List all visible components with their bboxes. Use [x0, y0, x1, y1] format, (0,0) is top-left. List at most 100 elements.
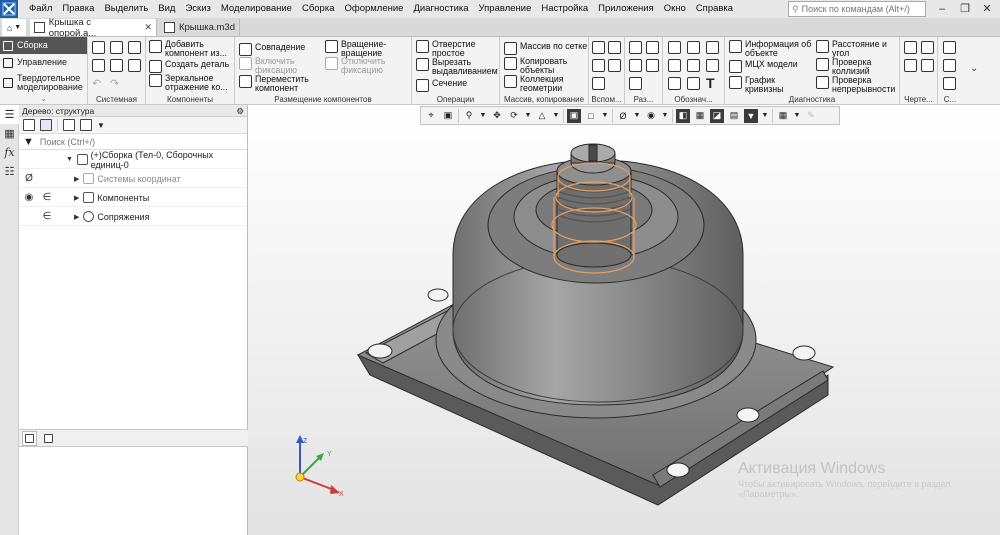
cut-extrude-button[interactable]: Вырезать выдавливанием — [416, 58, 500, 76]
restore-button[interactable]: ❐ — [954, 1, 976, 17]
home-tab[interactable]: ⌂ ▼ — [2, 19, 26, 36]
chevron-down-icon[interactable]: ⌄ — [970, 63, 978, 74]
move-component-button[interactable]: Переместить компонент — [239, 75, 323, 93]
command-search-input[interactable] — [801, 4, 917, 14]
base-icon[interactable] — [706, 41, 719, 54]
menu-management[interactable]: Управление — [474, 0, 537, 18]
expand-arrow-icon[interactable]: ▶ — [74, 213, 79, 221]
close-button[interactable]: ✕ — [976, 1, 998, 17]
mode-management[interactable]: Управление — [0, 54, 87, 71]
tab-part-document[interactable]: Крышка.m3d — [160, 19, 240, 36]
filter-icon[interactable]: ▼ — [23, 136, 34, 148]
view-arrow-icon[interactable] — [706, 59, 719, 72]
layers-icon[interactable]: ☷ — [0, 162, 19, 181]
copy-objects-button[interactable]: Копировать объекты — [504, 57, 588, 75]
tree-panel-icon[interactable]: ☰ — [0, 105, 19, 124]
grid-array-button[interactable]: Массив по сетке — [504, 42, 588, 55]
menu-modeling[interactable]: Моделирование — [216, 0, 297, 18]
menu-view[interactable]: Вид — [153, 0, 180, 18]
tree-row-root[interactable]: ▼ (+)Сборка (Тел-0, Сборочных единиц-0 — [19, 150, 247, 170]
roughness-icon[interactable] — [668, 41, 681, 54]
angle-size-icon[interactable] — [629, 59, 642, 72]
cs-icon[interactable] — [608, 59, 621, 72]
menu-window[interactable]: Окно — [659, 0, 691, 18]
object-info-button[interactable]: Информация об объекте — [729, 40, 815, 58]
3d-viewport[interactable]: ⌖ ▣ ⚲ ▼ ✥ ⟳ ▼ △ ▼ ▣ □ ▼ Ø ▼ ◉ ▼ ◧ ▦ ◪ ▤ … — [248, 105, 1000, 535]
continuity-check-button[interactable]: Проверка непрерывности — [816, 76, 900, 94]
minimize-button[interactable]: – — [931, 1, 953, 17]
view-icon[interactable] — [921, 41, 934, 54]
coincidence-button[interactable]: Совпадение — [239, 43, 323, 56]
eye-icon[interactable]: ◉ — [21, 188, 37, 207]
variables-fx-icon[interactable]: fx — [0, 143, 19, 162]
point-icon[interactable] — [592, 59, 605, 72]
mass-properties-button[interactable]: МЦХ модели — [729, 60, 815, 73]
mirror-component-button[interactable]: Зеркальное отражение ко... — [149, 74, 233, 92]
tab-assembly-document[interactable]: Крышка с опорой.а... ✕ — [30, 17, 157, 39]
expand-arrow-icon[interactable]: ▶ — [74, 175, 79, 183]
car-icon[interactable] — [646, 41, 659, 54]
expand-arrow-icon[interactable]: ▶ — [74, 194, 79, 202]
tree-display-icon[interactable] — [80, 119, 92, 131]
new-document-icon[interactable] — [92, 41, 105, 54]
tree-search-input[interactable] — [39, 136, 220, 147]
collapse-arrow-icon[interactable]: ▼ — [66, 156, 73, 163]
tree-structure-icon[interactable] — [23, 119, 35, 131]
spec-icon[interactable] — [904, 59, 917, 72]
hidden-eye-icon[interactable]: Ø — [21, 169, 37, 188]
weld-icon[interactable] — [687, 77, 700, 90]
add-component-button[interactable]: Добавить компонент из... — [149, 40, 233, 58]
geometry-collection-button[interactable]: Коллекция геометрии — [504, 75, 588, 93]
table-icon[interactable] — [921, 59, 934, 72]
axis-icon[interactable] — [608, 41, 621, 54]
create-part-button[interactable]: Создать деталь — [149, 60, 233, 73]
curvature-graph-button[interactable]: График кривизны — [729, 76, 815, 94]
mode-solid-modeling[interactable]: Твердотельное моделирование — [0, 71, 87, 95]
menu-diagnostics[interactable]: Диагностика — [408, 0, 473, 18]
text-icon[interactable]: T — [706, 75, 715, 91]
pin-icon[interactable] — [943, 41, 956, 54]
tree-row-components[interactable]: ◉ ∈ ▶ Компоненты — [19, 188, 247, 207]
gear-icon[interactable]: ⚙ — [236, 105, 244, 117]
menu-select[interactable]: Выделить — [99, 0, 153, 18]
menu-assembly[interactable]: Сборка — [297, 0, 340, 18]
distance-angle-button[interactable]: Расстояние и угол — [816, 40, 900, 58]
menu-sketch[interactable]: Эскиз — [180, 0, 215, 18]
kompas-logo-icon[interactable] — [0, 0, 18, 18]
copy-icon[interactable] — [110, 59, 123, 72]
menu-help[interactable]: Справка — [691, 0, 738, 18]
radius-size-icon[interactable] — [646, 59, 659, 72]
menu-applications[interactable]: Приложения — [593, 0, 659, 18]
section-button[interactable]: Сечение — [416, 79, 498, 92]
properties-tab-icon[interactable] — [41, 431, 56, 446]
leader-icon[interactable] — [687, 41, 700, 54]
hole-button[interactable]: Отверстие простое — [416, 40, 498, 58]
redo-icon[interactable]: ↷ — [110, 77, 119, 90]
wrench-icon[interactable] — [943, 77, 956, 90]
line-icon[interactable] — [592, 77, 605, 90]
gear-plus-icon[interactable] — [943, 59, 956, 72]
tree-row-coordinate-systems[interactable]: Ø ▶ Системы координат — [19, 169, 247, 188]
diameter-size-icon[interactable] — [629, 77, 642, 90]
menu-formatting[interactable]: Оформление — [340, 0, 409, 18]
paste-icon[interactable] — [128, 59, 141, 72]
command-search[interactable]: ⚲ — [788, 1, 926, 17]
tree-tab-icon[interactable] — [22, 430, 37, 446]
print-icon[interactable] — [92, 59, 105, 72]
model-assembly[interactable] — [356, 143, 835, 506]
tolerance-icon[interactable] — [668, 59, 681, 72]
tree-row-mates[interactable]: ∈ ▶ Сопряжения — [19, 207, 247, 226]
menu-file[interactable]: Файл — [24, 0, 57, 18]
drawing-icon[interactable] — [904, 41, 917, 54]
chevron-down-icon[interactable]: ⌄ — [0, 95, 87, 103]
plane-icon[interactable] — [592, 41, 605, 54]
collision-check-button[interactable]: Проверка коллизий — [816, 58, 900, 76]
undo-icon[interactable]: ↶ — [92, 77, 101, 90]
mark-icon[interactable] — [668, 77, 681, 90]
include-icon[interactable]: ∈ — [39, 188, 55, 207]
open-folder-icon[interactable] — [110, 41, 123, 54]
save-icon[interactable] — [128, 41, 141, 54]
mode-assembly[interactable]: Сборка — [0, 37, 87, 54]
disable-fix-button[interactable]: Отключить фиксацию — [325, 57, 409, 75]
linear-size-icon[interactable] — [629, 41, 642, 54]
